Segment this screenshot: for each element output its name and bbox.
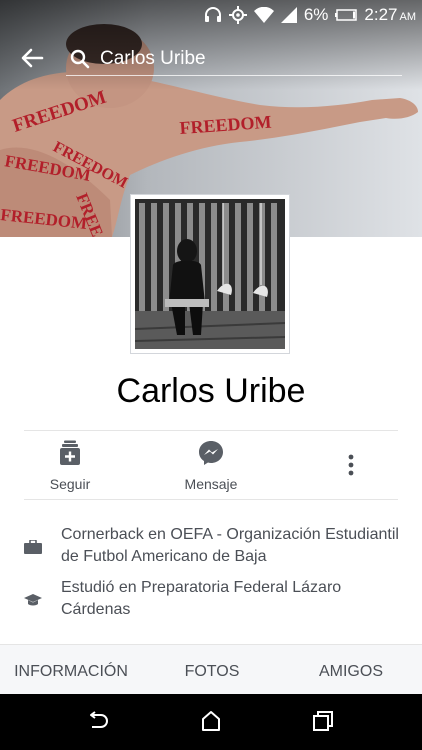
profile-tabs: INFORMACIÓN FOTOS AMIGOS: [0, 644, 422, 694]
tab-information[interactable]: INFORMACIÓN: [12, 645, 130, 695]
nav-recents-icon: [313, 711, 333, 731]
message-label: Mensaje: [184, 476, 238, 492]
profile-photo: [135, 199, 285, 349]
battery-icon: [335, 9, 358, 21]
headphones-icon: [204, 7, 222, 23]
status-bar: 6% 2:27 AM: [0, 0, 422, 30]
work-text: Cornerback en OEFA - Organización Estudi…: [61, 526, 399, 565]
tab-friends[interactable]: AMIGOS: [314, 645, 388, 695]
tab-photos[interactable]: FOTOS: [180, 645, 244, 695]
message-button[interactable]: Mensaje: [170, 432, 252, 498]
freedom-mark: FREEDOM: [10, 87, 109, 137]
search-icon: [70, 48, 92, 70]
wifi-icon: [253, 7, 274, 23]
back-button[interactable]: [18, 44, 46, 72]
nav-home-icon: [202, 711, 220, 731]
search-header: Carlos Uribe: [0, 36, 422, 80]
profile-picture[interactable]: [130, 194, 290, 354]
more-vertical-icon: [348, 454, 354, 476]
nav-back-button[interactable]: [85, 708, 111, 734]
battery-percent: 6%: [303, 5, 329, 24]
divider: [24, 430, 398, 431]
freedom-mark: FREEDOM: [179, 112, 272, 138]
search-input[interactable]: Carlos Uribe: [66, 42, 402, 76]
follow-label: Seguir: [49, 476, 91, 492]
graduation-cap-icon: [24, 591, 42, 609]
freedom-mark: FREEDOM: [0, 205, 88, 233]
nav-home-button[interactable]: [198, 708, 224, 734]
messenger-icon: [198, 438, 224, 468]
back-arrow-icon: [21, 48, 44, 68]
status-clock: 2:27 AM: [364, 5, 416, 25]
briefcase-icon: [24, 538, 42, 556]
system-nav-bar: [0, 694, 422, 750]
follow-button[interactable]: Seguir: [36, 432, 104, 498]
follow-icon: [59, 438, 81, 468]
nav-back-icon: [90, 711, 108, 728]
clock-suffix: AM: [399, 11, 417, 23]
more-options-button[interactable]: [340, 450, 362, 480]
profile-actions: Seguir Mensaje: [0, 432, 422, 498]
location-icon: [228, 6, 247, 24]
clock-time: 2:27: [364, 5, 398, 24]
signal-icon: [280, 7, 297, 23]
profile-name: Carlos Uribe: [116, 372, 306, 410]
nav-recents-button[interactable]: [310, 708, 336, 734]
education-text: Estudió en Preparatoria Federal Lázaro C…: [61, 579, 342, 618]
divider: [24, 499, 398, 500]
search-query: Carlos Uribe: [100, 47, 206, 69]
